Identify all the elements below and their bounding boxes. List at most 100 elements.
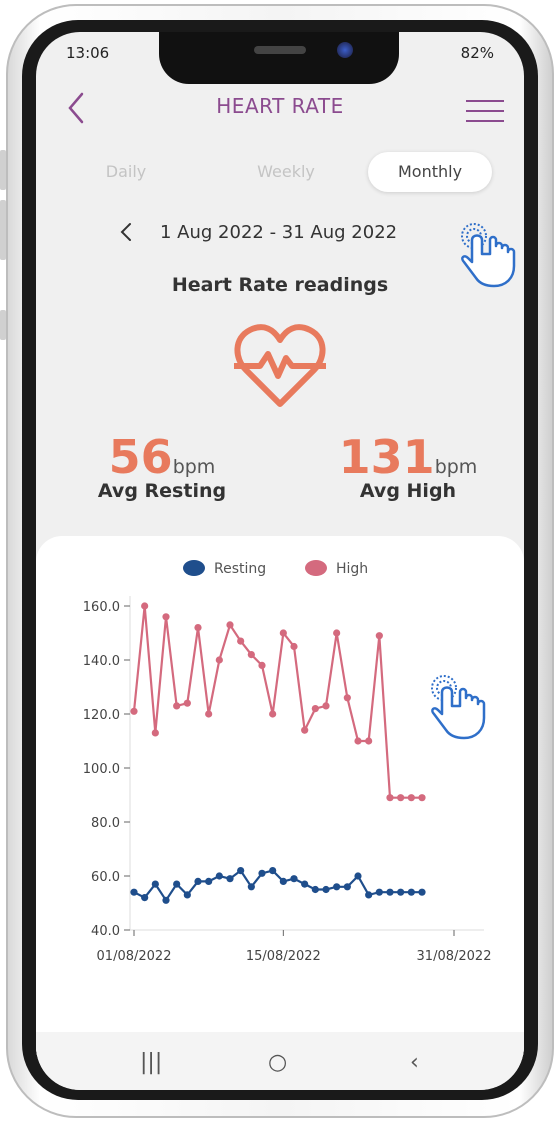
data-point-high (205, 710, 213, 718)
menu-button[interactable] (466, 92, 504, 126)
data-point-high (407, 794, 415, 802)
legend-marker-resting (183, 560, 205, 576)
data-point-high (343, 694, 351, 702)
data-point-resting (322, 885, 330, 894)
data-point-resting (354, 872, 362, 880)
data-point-resting (397, 888, 405, 896)
page-title: HEART RATE (216, 94, 344, 118)
tap-hand-icon (424, 670, 496, 742)
data-point-high (237, 637, 245, 645)
data-point-high (194, 624, 202, 632)
resting-label: Avg Resting (97, 480, 227, 502)
data-point-resting (258, 869, 266, 877)
top-bar: HEART RATE (36, 82, 524, 132)
data-point-high (354, 737, 362, 745)
screen: 13:06 82% HEART RATE Daily Weekly Monthl… (36, 32, 524, 1090)
chevron-left-icon (120, 223, 131, 241)
data-point-high (333, 629, 341, 637)
data-point-high (226, 621, 234, 629)
volume-button (0, 200, 6, 260)
y-tick-label: 120.0 (83, 708, 120, 723)
data-point-resting (226, 875, 234, 883)
tab-daily[interactable]: Daily (76, 152, 176, 192)
data-point-high (279, 629, 287, 637)
data-point-resting (173, 880, 181, 888)
data-point-high (141, 602, 149, 610)
high-value: 131 (338, 430, 435, 484)
y-tick-label: 60.0 (91, 870, 120, 885)
data-point-high (386, 794, 394, 802)
high-unit: bpm (434, 456, 478, 478)
data-point-high (258, 661, 266, 669)
tab-monthly[interactable]: Monthly (368, 152, 492, 192)
notch (159, 32, 399, 84)
heart-rate-chart[interactable]: Resting High 40.0 60.0 80.0 100.0 120.0 140.0 16… (36, 536, 524, 996)
x-tick-label: 31/08/2022 (417, 949, 492, 964)
data-point-high (311, 705, 319, 713)
volume-button (0, 150, 6, 190)
back-nav-button[interactable]: ‹ (410, 1050, 419, 1075)
data-point-high (290, 642, 298, 651)
android-nav-bar: ||| ○ ‹ (36, 1032, 524, 1090)
legend-marker-high (305, 560, 327, 576)
data-point-resting (130, 888, 138, 896)
x-tick-label: 01/08/2022 (97, 949, 172, 964)
resting-unit: bpm (172, 456, 216, 478)
previous-range-button[interactable] (116, 220, 136, 244)
data-point-high (130, 707, 138, 715)
data-point-resting (194, 877, 202, 885)
data-point-resting (290, 875, 298, 883)
data-point-high (162, 613, 170, 621)
data-point-resting (183, 891, 191, 899)
legend-label-high: High (336, 561, 368, 577)
data-point-resting (301, 880, 309, 888)
side-button (0, 310, 6, 340)
data-point-resting (215, 872, 223, 880)
data-point-resting (141, 894, 149, 902)
home-button[interactable]: ○ (268, 1050, 287, 1075)
data-point-high (397, 794, 405, 802)
speaker (254, 46, 306, 54)
tab-weekly[interactable]: Weekly (226, 152, 346, 192)
data-point-resting (269, 867, 277, 875)
data-point-resting (151, 880, 159, 888)
data-point-resting (375, 888, 383, 896)
data-point-resting (311, 885, 319, 894)
status-battery: 82% (460, 44, 494, 62)
y-tick-label: 160.0 (83, 600, 120, 615)
data-point-high (173, 702, 181, 710)
high-stat: 131bpm Avg High (338, 430, 478, 502)
y-tick-label: 80.0 (91, 816, 120, 831)
hamburger-icon (466, 100, 504, 102)
data-point-high (151, 729, 159, 737)
data-point-resting (205, 877, 213, 885)
data-point-resting (343, 883, 351, 891)
resting-value: 56 (108, 430, 173, 484)
readings-title: Heart Rate readings (171, 274, 389, 296)
data-point-high (418, 794, 426, 802)
data-point-resting (279, 877, 287, 885)
data-point-high (301, 726, 309, 734)
legend-label-resting: Resting (214, 561, 266, 577)
tap-hand-icon (454, 218, 526, 290)
data-point-resting (162, 896, 170, 904)
data-point-resting (237, 867, 245, 875)
date-range: 1 Aug 2022 - 31 Aug 2022 (160, 222, 398, 243)
y-tick-label: 100.0 (83, 762, 120, 777)
y-tick-label: 40.0 (91, 924, 120, 939)
data-point-high (322, 702, 330, 710)
data-point-high (365, 737, 373, 745)
high-label: Avg High (359, 480, 457, 502)
chart-card: Resting High 40.0 60.0 80.0 100.0 120.0 140.0 16… (36, 536, 524, 1056)
data-point-high (183, 699, 191, 707)
period-tabs: Daily Weekly Monthly (56, 152, 504, 192)
x-tick-label: 15/08/2022 (246, 949, 321, 964)
recent-apps-button[interactable]: ||| (140, 1050, 162, 1075)
y-tick-label: 140.0 (83, 654, 120, 669)
heart-rate-icon (230, 314, 330, 414)
data-point-high (247, 651, 255, 659)
status-time: 13:06 (66, 44, 110, 62)
data-point-resting (247, 883, 255, 891)
data-point-resting (418, 888, 426, 896)
data-point-high (215, 656, 223, 664)
